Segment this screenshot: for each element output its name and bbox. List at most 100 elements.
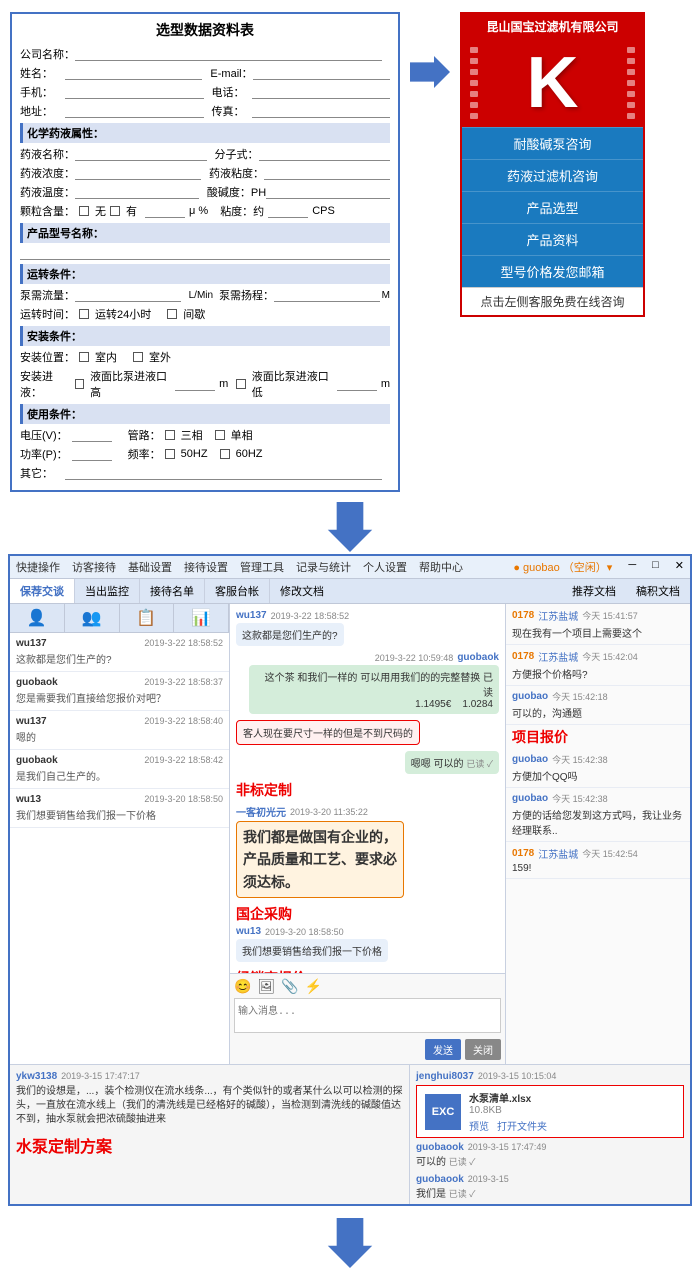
msg-time: 2019-3-22 18:58:40 — [144, 716, 223, 727]
minimize-button[interactable]: ─ — [628, 559, 636, 575]
particle-value-field[interactable] — [145, 205, 185, 218]
viscosity-value-field[interactable] — [268, 205, 308, 218]
company-field[interactable] — [75, 47, 382, 61]
chat-input[interactable] — [234, 998, 501, 1033]
address-field[interactable] — [65, 104, 204, 118]
user-status[interactable]: ● guobao （空闲）▾ — [513, 559, 612, 575]
toolbar-reception[interactable]: 接待设置 — [184, 559, 228, 575]
toolbar-quick-ops[interactable]: 快捷操作 — [16, 559, 60, 575]
brand-stripes-right — [627, 47, 635, 119]
user-tab-icon-1[interactable]: 👤 — [10, 604, 65, 632]
other-row: 其它： — [20, 465, 390, 481]
brand-menu-item-1[interactable]: 耐酸碱泵咨询 — [462, 127, 643, 159]
list-item[interactable]: guobaok 2019-3-22 18:58:42 是我们自己生产的。 — [10, 750, 229, 789]
tab-history[interactable]: 稿积文档 — [626, 579, 690, 603]
shortcut-button[interactable]: ⚡ — [305, 978, 322, 995]
send-button[interactable]: 发送 — [425, 1039, 461, 1060]
tab-monitor[interactable]: 当出监控 — [75, 579, 140, 603]
msg-user: wu13 — [16, 794, 41, 805]
inlet-below-checkbox[interactable] — [236, 379, 245, 389]
voltage-field[interactable] — [72, 429, 112, 442]
file-button[interactable]: 📎 — [281, 978, 298, 995]
particle-none-checkbox[interactable] — [79, 206, 89, 216]
user-tab-icon-4[interactable]: 📊 — [174, 604, 229, 632]
inlet-above-checkbox[interactable] — [75, 379, 84, 389]
drug-viscosity-field[interactable] — [264, 166, 390, 180]
list-item[interactable]: wu137 2019-3-22 18:58:52 这款都是您们生产的? — [10, 633, 229, 672]
model-field[interactable] — [20, 246, 390, 260]
tab-recommend[interactable]: 推荐文档 — [562, 579, 626, 603]
list-item[interactable]: wu13 2019-3-20 18:58:50 我们想要销售给我们报一下价格 — [10, 789, 229, 828]
chat-center-panel: wu137 2019-3-22 18:58:52 这款都是您们生产的? 2019… — [230, 604, 505, 1064]
bottom-right-header: jenghui8037 2019-3-15 10:15:04 — [416, 1071, 684, 1082]
inlet-above-value[interactable] — [175, 378, 215, 391]
run-24h-checkbox[interactable] — [79, 309, 89, 319]
power-label: 功率(P)： — [20, 446, 68, 462]
open-folder-link[interactable]: 打开文件夹 — [497, 1118, 547, 1133]
close-chat-button[interactable]: 关闭 — [465, 1039, 501, 1060]
brand-menu-item-2[interactable]: 药液过滤机咨询 — [462, 159, 643, 191]
head-field[interactable] — [274, 288, 380, 302]
brand-menu-item-3[interactable]: 产品选型 — [462, 191, 643, 223]
head-unit: M — [382, 290, 390, 301]
other-field[interactable] — [65, 466, 382, 480]
drug-temp-field[interactable] — [75, 185, 199, 199]
single-phase-checkbox[interactable] — [215, 430, 225, 440]
toolbar-help[interactable]: 帮助中心 — [419, 559, 463, 575]
power-field[interactable] — [72, 448, 112, 461]
toolbar-basic[interactable]: 基础设置 — [128, 559, 172, 575]
inlet-below-value[interactable] — [337, 378, 377, 391]
drug-conc-field[interactable] — [75, 166, 201, 180]
install-method-label: 安装进液： — [20, 368, 71, 400]
freq-50-checkbox[interactable] — [165, 449, 175, 459]
email-field[interactable] — [253, 66, 390, 80]
toolbar-personal[interactable]: 个人设置 — [363, 559, 407, 575]
msg-item-header: wu13 2019-3-20 18:58:50 — [16, 794, 223, 805]
acid-base-field[interactable] — [266, 185, 390, 199]
brand-menu-item-5[interactable]: 型号价格发您邮箱 — [462, 255, 643, 287]
intermittent-checkbox[interactable] — [167, 309, 177, 319]
three-phase-checkbox[interactable] — [165, 430, 175, 440]
brand-menu-item-4[interactable]: 产品资料 — [462, 223, 643, 255]
particle-have-checkbox[interactable] — [110, 206, 120, 216]
preview-link[interactable]: 预览 — [469, 1118, 489, 1133]
right-msg-text: 方便的话给您发到这方式吗，我让业务经理联系.. — [512, 807, 684, 837]
name-field[interactable] — [65, 66, 202, 80]
tab-reception[interactable]: 保荐交谈 — [10, 579, 75, 603]
tab-agent-ledger[interactable]: 客服台帐 — [205, 579, 270, 603]
power-freq-row: 功率(P)： 频率： 50HZ 60HZ — [20, 446, 390, 462]
molecular-field[interactable] — [259, 147, 391, 161]
drug-name-field[interactable] — [75, 147, 207, 161]
file-info: 水泵清单.xlsx 10.8KB 预览 打开文件夹 — [469, 1090, 547, 1133]
indoor-checkbox[interactable] — [79, 352, 89, 362]
particle-unit: μ % — [189, 205, 208, 217]
close-button[interactable]: ✕ — [675, 559, 684, 575]
msg-bubble-container: 这个茶 和我们一样的 可以用用我们的的完整替换 已读1.1495€ 1.0284 — [236, 665, 499, 714]
tab-visitor-list[interactable]: 接待名单 — [140, 579, 205, 603]
toolbar-records[interactable]: 记录与统计 — [296, 559, 351, 575]
freq-60-checkbox[interactable] — [220, 449, 230, 459]
image-button[interactable]: 🖼 — [257, 978, 275, 995]
emoji-button[interactable]: 😊 — [234, 978, 251, 995]
user-tab-icon-3[interactable]: 📋 — [120, 604, 175, 632]
message-group: 嗯嗯 可以的 已读 ✓ — [236, 751, 499, 774]
list-item[interactable]: guobaok 2019-3-22 18:58:37 您是需要我们直接给您报价对… — [10, 672, 229, 711]
msg-preview: 您是需要我们直接给您报价对吧？ — [16, 690, 223, 705]
maximize-button[interactable]: □ — [652, 559, 659, 575]
fax-field[interactable] — [252, 104, 391, 118]
outdoor-checkbox[interactable] — [133, 352, 143, 362]
toolbar-visitor[interactable]: 访客接待 — [72, 559, 116, 575]
tab-edit-doc[interactable]: 修改文档 — [270, 579, 334, 603]
tel-field[interactable] — [252, 85, 391, 99]
right-msg-loc: 江苏盐城 — [538, 608, 578, 623]
list-item[interactable]: wu137 2019-3-22 18:58:40 嗯的 — [10, 711, 229, 750]
user-tab-icon-2[interactable]: 👥 — [65, 604, 120, 632]
brand-panel: 昆山国宝过滤机有限公司 K 耐酸碱泵咨询 药 — [460, 12, 645, 317]
right-msg-user: 0178 — [512, 651, 534, 662]
install-section-header: 安装条件： — [20, 326, 390, 346]
flow-field[interactable] — [75, 288, 181, 302]
other-label: 其它： — [20, 465, 65, 481]
toolbar-manage[interactable]: 管理工具 — [240, 559, 284, 575]
phone-field[interactable] — [65, 85, 204, 99]
transport-section-header: 运转条件： — [20, 264, 390, 284]
